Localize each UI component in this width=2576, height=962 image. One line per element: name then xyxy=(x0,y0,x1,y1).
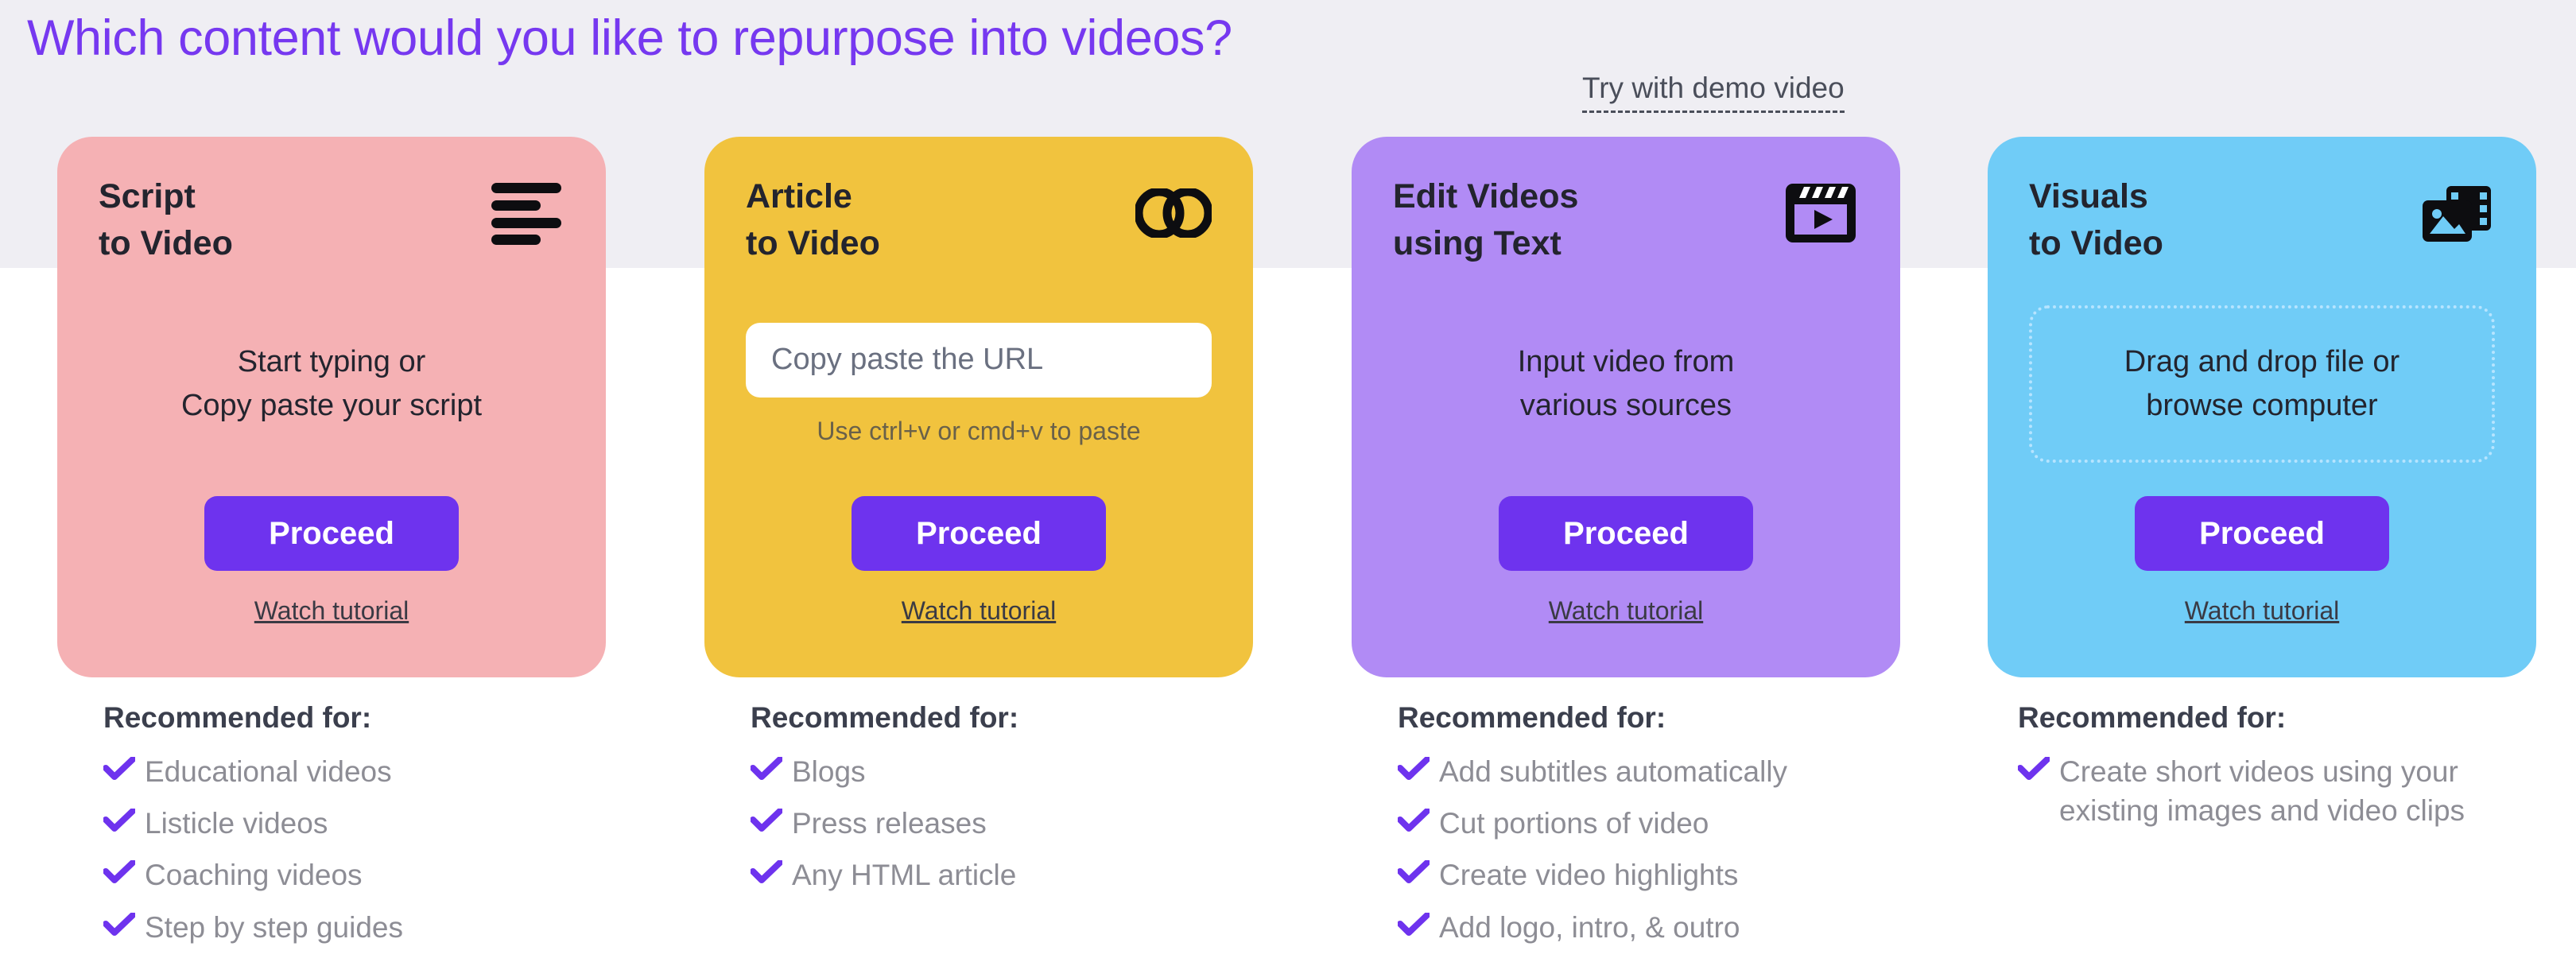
list-item: Cut portions of video xyxy=(1398,804,1907,843)
list-item: Listicle videos xyxy=(103,804,612,843)
proceed-button[interactable]: Proceed xyxy=(1499,496,1753,571)
recommended-block: Recommended for: Create short videos usi… xyxy=(2018,701,2527,843)
check-icon xyxy=(2018,752,2053,781)
list-item-label: Create video highlights xyxy=(1439,859,1739,892)
check-icon xyxy=(1398,855,1433,884)
recommended-block: Recommended for: Blogs Press releases An… xyxy=(751,701,1259,908)
card-title: Visuals to Video xyxy=(2029,177,2163,263)
list-item-label: Coaching videos xyxy=(145,859,363,892)
list-item-label: Add subtitles automatically xyxy=(1439,755,1788,788)
edit-video-instruction-text: Input video from various sources xyxy=(1517,345,1735,422)
list-item: Add subtitles automatically xyxy=(1398,752,1907,791)
check-icon xyxy=(103,752,138,781)
card-column-visuals-to-video: Visuals to Video Drag and drop file or b… xyxy=(1988,137,2536,827)
check-icon xyxy=(1398,752,1433,781)
recommended-list: Educational videos Listicle videos Coach… xyxy=(103,752,612,947)
proceed-button[interactable]: Proceed xyxy=(2135,496,2389,571)
list-item-label: Blogs xyxy=(792,755,866,788)
card-grid: Script to Video Start typing or Copy pas… xyxy=(0,137,2576,962)
list-item-label: Create short videos using your existing … xyxy=(2059,755,2465,828)
check-icon xyxy=(751,804,786,832)
list-item: Press releases xyxy=(751,804,1259,843)
proceed-button[interactable]: Proceed xyxy=(204,496,459,571)
list-item-label: Press releases xyxy=(792,807,987,840)
list-item-label: Step by step guides xyxy=(145,910,403,944)
card-script-to-video[interactable]: Script to Video Start typing or Copy pas… xyxy=(57,137,606,677)
list-item-label: Listicle videos xyxy=(145,807,328,840)
card-column-article-to-video: Article to Video Use ctrl+v or cmd+v to … xyxy=(704,137,1253,891)
card-body: Start typing or Copy paste your script xyxy=(99,293,564,475)
card-visuals-to-video[interactable]: Visuals to Video Drag and drop file or b… xyxy=(1988,137,2536,677)
check-icon xyxy=(751,752,786,781)
proceed-button[interactable]: Proceed xyxy=(852,496,1106,571)
list-item: Create video highlights xyxy=(1398,855,1907,894)
recommended-title: Recommended for: xyxy=(103,701,372,734)
url-input[interactable] xyxy=(746,322,1212,398)
try-demo-video-link[interactable]: Try with demo video xyxy=(1582,72,1845,113)
recommended-block: Recommended for: Add subtitles automatic… xyxy=(1398,701,1907,960)
card-title: Edit Videos using Text xyxy=(1393,177,1579,263)
page-title: Which content would you like to repurpos… xyxy=(27,10,1232,66)
card-title: Script to Video xyxy=(99,177,233,263)
clapperboard-play-icon xyxy=(1783,175,1859,251)
page-root: Which content would you like to repurpos… xyxy=(0,0,2576,962)
list-item: Create short videos using your existing … xyxy=(2018,752,2527,830)
recommended-list: Add subtitles automatically Cut portions… xyxy=(1398,752,1907,947)
list-item: Blogs xyxy=(751,752,1259,791)
list-item: Educational videos xyxy=(103,752,612,791)
card-body: Input video from various sources xyxy=(1393,293,1859,475)
card-edit-videos-using-text[interactable]: Edit Videos using Text Input video from … xyxy=(1352,137,1900,677)
card-column-edit-videos-using-text: Edit Videos using Text Input video from … xyxy=(1352,137,1900,944)
list-item: Coaching videos xyxy=(103,855,612,894)
check-icon xyxy=(103,804,138,832)
check-icon xyxy=(751,855,786,884)
check-icon xyxy=(1398,908,1433,937)
recommended-title: Recommended for: xyxy=(1398,701,1666,734)
card-header: Visuals to Video xyxy=(2029,173,2495,293)
card-title: Article to Video xyxy=(746,177,880,263)
card-header: Edit Videos using Text xyxy=(1393,173,1859,293)
recommended-block: Recommended for: Educational videos List… xyxy=(103,701,612,960)
list-item-label: Any HTML article xyxy=(792,859,1017,892)
list-item: Any HTML article xyxy=(751,855,1259,894)
list-item-label: Educational videos xyxy=(145,755,392,788)
dropzone-label: Drag and drop file or browse computer xyxy=(2124,345,2400,422)
card-header: Script to Video xyxy=(99,173,564,293)
recommended-title: Recommended for: xyxy=(2018,701,2287,734)
watch-tutorial-link[interactable]: Watch tutorial xyxy=(902,596,1056,626)
card-column-script-to-video: Script to Video Start typing or Copy pas… xyxy=(57,137,606,944)
link-chain-icon xyxy=(1135,175,1212,251)
list-item: Add logo, intro, & outro xyxy=(1398,908,1907,947)
recommended-list: Create short videos using your existing … xyxy=(2018,752,2527,830)
file-dropzone[interactable]: Drag and drop file or browse computer xyxy=(2029,305,2495,463)
script-instruction-text: Start typing or Copy paste your script xyxy=(180,345,483,422)
check-icon xyxy=(1398,804,1433,832)
list-item-label: Add logo, intro, & outro xyxy=(1439,910,1740,944)
card-body: Use ctrl+v or cmd+v to paste xyxy=(746,293,1212,475)
card-header: Article to Video xyxy=(746,173,1212,293)
watch-tutorial-link[interactable]: Watch tutorial xyxy=(254,596,409,626)
card-body: Drag and drop file or browse computer xyxy=(2029,293,2495,475)
card-article-to-video[interactable]: Article to Video Use ctrl+v or cmd+v to … xyxy=(704,137,1253,677)
list-item-label: Cut portions of video xyxy=(1439,807,1709,840)
check-icon xyxy=(103,908,138,937)
recommended-title: Recommended for: xyxy=(751,701,1019,734)
list-item: Step by step guides xyxy=(103,908,612,947)
watch-tutorial-link[interactable]: Watch tutorial xyxy=(1549,596,1703,626)
watch-tutorial-link[interactable]: Watch tutorial xyxy=(2185,596,2339,626)
check-icon xyxy=(103,855,138,884)
text-lines-icon xyxy=(488,175,564,251)
paste-hint-text: Use ctrl+v or cmd+v to paste xyxy=(817,416,1141,445)
image-filmstrip-icon xyxy=(2419,175,2495,251)
recommended-list: Blogs Press releases Any HTML article xyxy=(751,752,1259,895)
